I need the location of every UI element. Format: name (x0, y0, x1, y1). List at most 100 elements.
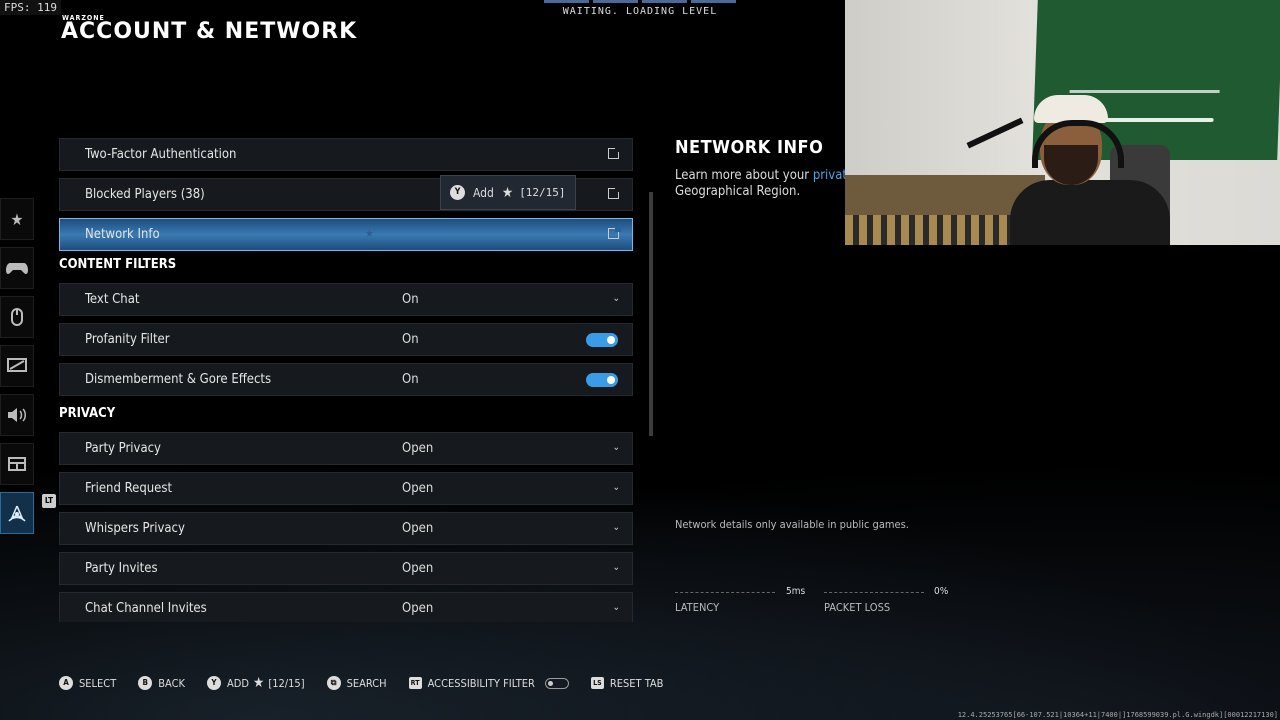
page-title: ACCOUNT & NETWORK (61, 19, 358, 44)
row-two-factor[interactable]: Two-Factor Authentication (59, 138, 633, 171)
row-label: Text Chat (85, 292, 140, 307)
row-whispers-privacy[interactable]: Whispers Privacy Open ⌄ (59, 512, 633, 545)
packet-loss-value: 0% (934, 586, 949, 597)
graphics-icon[interactable] (0, 345, 34, 387)
packet-loss-bar (824, 592, 924, 593)
latency-bar (675, 592, 775, 593)
webcam-streamer (1010, 90, 1170, 245)
toggle-switch[interactable] (586, 333, 618, 347)
interface-icon[interactable] (0, 443, 34, 485)
accessibility-filter-prompt[interactable]: RT ACCESSIBILITY FILTER (408, 676, 569, 690)
row-value: Open (402, 481, 434, 496)
settings-list: Two-Factor Authentication Blocked Player… (59, 138, 633, 622)
row-label: Party Privacy (85, 441, 161, 456)
row-label: Profanity Filter (85, 332, 170, 347)
webcam-desk (845, 215, 1015, 245)
b-button-icon: B (138, 676, 153, 690)
back-prompt[interactable]: B BACK (138, 676, 185, 690)
info-panel-description: Learn more about your private s Geograph… (675, 168, 845, 200)
row-value: Open (402, 561, 434, 576)
chevron-down-icon[interactable]: ⌄ (612, 293, 620, 304)
packet-loss-metric: 0% PACKET LOSS (824, 586, 949, 614)
view-button-icon: ⧉ (326, 676, 341, 690)
toggle-switch[interactable] (586, 373, 618, 387)
audio-icon[interactable] (0, 394, 34, 436)
select-prompt[interactable]: A SELECT (59, 676, 116, 690)
favorite-count: [12/15] (519, 186, 566, 199)
row-label: Two-Factor Authentication (85, 147, 237, 162)
y-button-icon: Y (207, 676, 222, 690)
a-button-icon: A (59, 676, 73, 690)
reset-label: RESET TAB (609, 676, 664, 690)
external-link-icon (608, 146, 621, 159)
row-value: Open (402, 601, 434, 616)
webcam-overlay (845, 0, 1280, 245)
search-prompt[interactable]: ⧉ SEARCH (326, 676, 387, 690)
search-label: SEARCH (346, 676, 387, 690)
ls-button-icon: LS (590, 677, 604, 689)
loading-bar (544, 0, 736, 3)
chevron-down-icon[interactable]: ⌄ (612, 522, 620, 533)
chevron-down-icon[interactable]: ⌄ (612, 442, 620, 453)
settings-category-nav: ★ (0, 198, 34, 541)
add-prompt[interactable]: Y ADD ★ [12/15] (207, 675, 305, 691)
row-value: On (402, 292, 419, 307)
tooltip-label: Add (473, 185, 494, 200)
latency-metric: 5ms LATENCY (675, 586, 805, 614)
footer-prompts: A SELECT B BACK Y ADD ★ [12/15] ⧉ SEARCH… (59, 675, 685, 691)
row-party-invites[interactable]: Party Invites Open ⌄ (59, 552, 633, 585)
add-label: ADD (227, 676, 250, 690)
streamer-body (1010, 180, 1170, 245)
streamer-cap (1034, 95, 1108, 123)
favorite-star-icon: ★ (365, 227, 374, 240)
row-label: Friend Request (85, 481, 173, 496)
desc-line2: Geographical Region. (675, 184, 801, 199)
row-label: Blocked Players (38) (85, 187, 205, 202)
row-gore-effects[interactable]: Dismemberment & Gore Effects On (59, 363, 633, 396)
controller-icon[interactable] (0, 247, 34, 289)
back-label: BACK (158, 676, 186, 690)
fps-counter: FPS: 119 (0, 0, 61, 15)
external-link-icon (608, 186, 621, 199)
mouse-icon[interactable] (0, 296, 34, 338)
y-button-icon: Y (450, 185, 465, 200)
loading-text: WAITING. LOADING LEVEL (562, 6, 718, 17)
select-label: SELECT (79, 676, 117, 690)
flag-emblem (1069, 50, 1222, 93)
loading-indicator: WAITING. LOADING LEVEL (544, 0, 736, 17)
info-panel-title: NETWORK INFO (675, 137, 824, 158)
row-network-info[interactable]: Network Info ★ (59, 218, 633, 251)
row-label: Whispers Privacy (85, 521, 185, 536)
row-label: Network Info (85, 227, 160, 242)
row-text-chat[interactable]: Text Chat On ⌄ (59, 283, 633, 316)
reset-tab-prompt[interactable]: LS RESET TAB (590, 676, 664, 690)
accessibility-label: ACCESSIBILITY FILTER (427, 676, 535, 690)
star-icon: ★ (253, 675, 265, 691)
row-friend-request[interactable]: Friend Request Open ⌄ (59, 472, 633, 505)
accessibility-toggle[interactable] (544, 677, 569, 689)
list-scrollbar[interactable] (649, 192, 653, 436)
row-label: Party Invites (85, 561, 158, 576)
chevron-down-icon[interactable]: ⌄ (612, 562, 620, 573)
build-string: 12.4.25253765[66-107.521|10364+11|7400|]… (957, 711, 1278, 719)
row-party-privacy[interactable]: Party Privacy Open ⌄ (59, 432, 633, 465)
latency-value: 5ms (786, 586, 806, 597)
row-value: On (402, 372, 419, 387)
row-value: Open (402, 521, 434, 536)
add-favorite-tooltip: Y Add ★ [12/15] (440, 175, 576, 210)
star-icon[interactable]: ★ (0, 198, 34, 240)
latency-label: LATENCY (675, 601, 720, 614)
chevron-down-icon[interactable]: ⌄ (612, 482, 620, 493)
rt-button-icon: RT (408, 677, 422, 689)
star-icon: ★ (501, 184, 514, 201)
add-count: [12/15] (268, 676, 305, 690)
network-icon[interactable] (0, 492, 34, 534)
privacy-link[interactable]: private s (813, 168, 845, 183)
row-label: Dismemberment & Gore Effects (85, 372, 272, 387)
desc-prefix: Learn more about your (675, 168, 810, 183)
section-heading-content-filters: CONTENT FILTERS (59, 257, 177, 272)
row-label: Chat Channel Invites (85, 601, 207, 616)
chevron-down-icon[interactable]: ⌄ (612, 602, 620, 613)
row-chat-channel-invites[interactable]: Chat Channel Invites Open ⌄ (59, 592, 633, 622)
row-profanity-filter[interactable]: Profanity Filter On (59, 323, 633, 356)
